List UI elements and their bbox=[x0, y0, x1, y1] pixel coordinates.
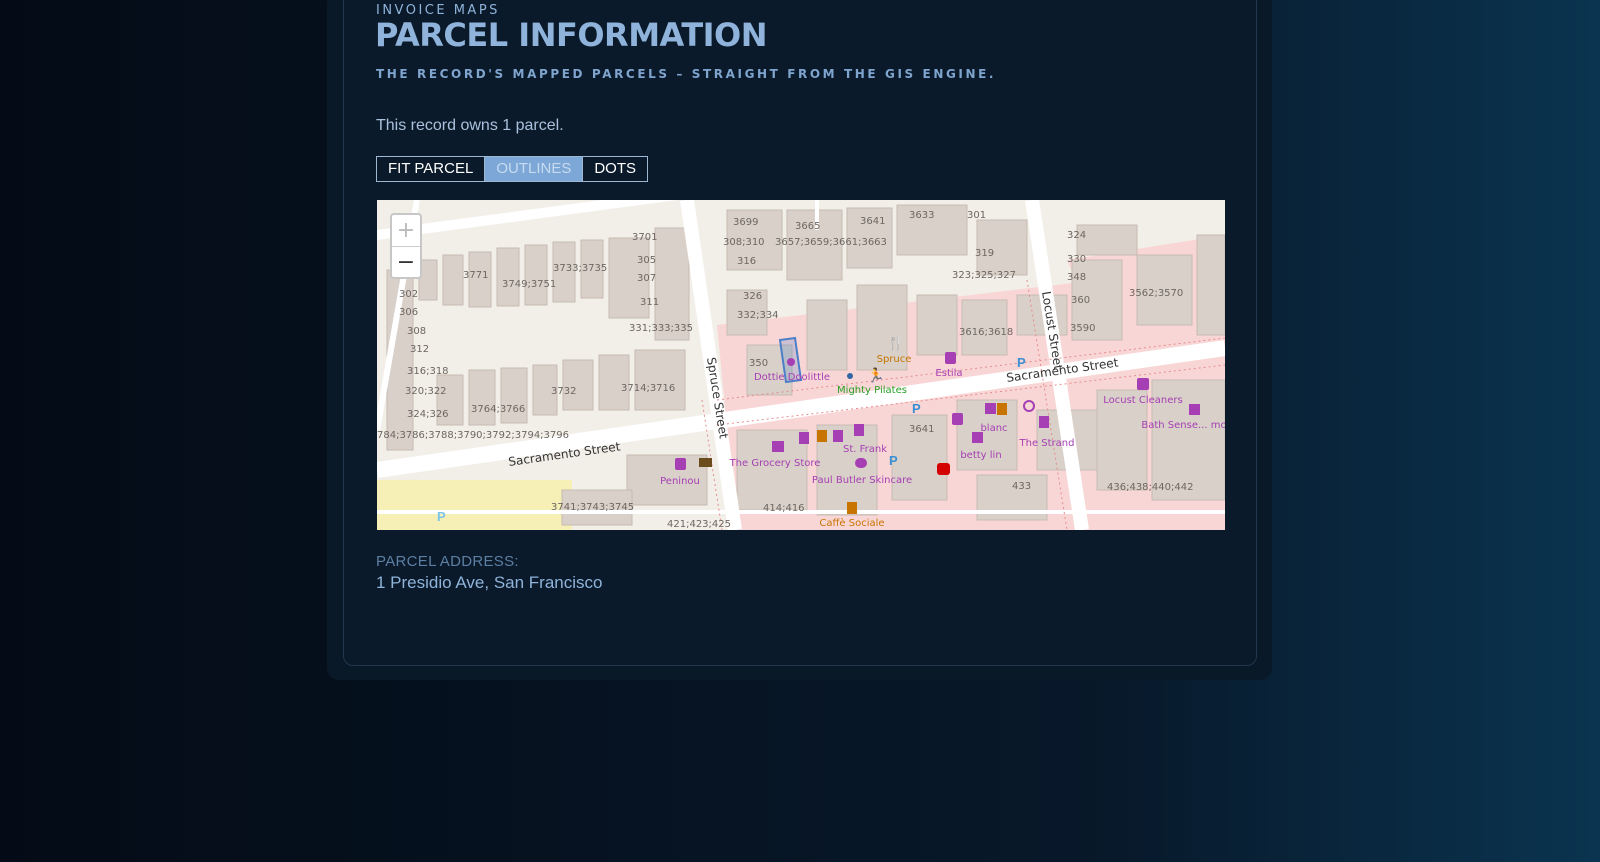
address-number: 3562;3570 bbox=[1129, 288, 1183, 299]
poi-label: Estila bbox=[935, 368, 962, 379]
poi-label: Bath Sense... more bbox=[1141, 420, 1225, 431]
shop-icon bbox=[945, 352, 956, 364]
address-number: 3641 bbox=[860, 216, 885, 227]
address-number: 316 bbox=[737, 256, 756, 267]
post-office-icon bbox=[699, 458, 712, 467]
address-number: 312 bbox=[410, 344, 429, 355]
parking-icon: P bbox=[1017, 355, 1026, 370]
address-number: 307 bbox=[637, 273, 656, 284]
address-number: 3733;3735 bbox=[553, 263, 607, 274]
page-subtitle: THE RECORD'S MAPPED PARCELS – STRAIGHT F… bbox=[376, 67, 997, 81]
shop-icon bbox=[952, 413, 963, 425]
address-number: 308;310 bbox=[723, 237, 765, 248]
cafe-icon bbox=[847, 502, 857, 514]
address-number: 3616;3618 bbox=[959, 327, 1013, 338]
address-number: 319 bbox=[975, 248, 994, 259]
outlines-button[interactable]: OUTLINES bbox=[484, 156, 584, 182]
zoom-in-button[interactable]: + bbox=[392, 215, 420, 247]
address-number: 3699 bbox=[733, 217, 758, 228]
address-number: 360 bbox=[1071, 295, 1090, 306]
address-number: 302 bbox=[399, 289, 418, 300]
address-number: 414;416 bbox=[763, 503, 805, 514]
address-number: 332;334 bbox=[737, 310, 779, 321]
address-number: 323;325;327 bbox=[952, 270, 1016, 281]
zoom-control: + − bbox=[390, 213, 422, 279]
address-number: 320;322 bbox=[405, 386, 447, 397]
fitness-icon: 🏃 bbox=[867, 367, 884, 383]
restaurant-icon: 🍴 bbox=[887, 335, 904, 352]
shop-icon bbox=[799, 432, 809, 444]
address-number: 306 bbox=[399, 307, 418, 318]
address-number: 301 bbox=[967, 210, 986, 221]
address-number: 330 bbox=[1067, 254, 1086, 265]
shop-icon bbox=[1039, 416, 1049, 428]
address-number: 308 bbox=[407, 326, 426, 337]
address-number: 350 bbox=[749, 358, 768, 369]
page-title: PARCEL INFORMATION bbox=[375, 16, 768, 54]
zoom-out-button[interactable]: − bbox=[392, 247, 420, 278]
dot-icon bbox=[847, 373, 853, 379]
poi-label: Caffè Sociale bbox=[819, 517, 884, 529]
shop-icon bbox=[675, 458, 686, 470]
poi-label: betty lin bbox=[960, 450, 1001, 461]
poi-label: Peninou bbox=[660, 476, 700, 487]
parcel-map[interactable]: Sacramento Street Sacramento Street Spru… bbox=[377, 200, 1225, 530]
address-number: 3657;3659;3661;3663 bbox=[775, 237, 887, 248]
address-number: 3764;3766 bbox=[471, 404, 525, 415]
toy-store-icon bbox=[787, 358, 795, 366]
address-number: 433 bbox=[1012, 481, 1031, 492]
parking-icon: P bbox=[889, 453, 898, 468]
clothes-icon bbox=[772, 441, 784, 452]
address-number: 326 bbox=[743, 291, 762, 302]
address-number: 348 bbox=[1067, 272, 1086, 283]
parcel-count-text: This record owns 1 parcel. bbox=[376, 117, 564, 134]
parcel-address-value: 1 Presidio Ave, San Francisco bbox=[376, 573, 603, 592]
poi-label: blanc bbox=[980, 423, 1007, 434]
poi-label: The Grocery Store bbox=[729, 458, 821, 469]
poi-label: Dottie Doolittle bbox=[754, 372, 830, 383]
address-number: 3741;3743;3745 bbox=[551, 502, 634, 513]
gift-icon bbox=[1189, 404, 1200, 415]
address-number: 3749;3751 bbox=[502, 279, 556, 290]
medical-icon bbox=[937, 463, 950, 475]
map-tiles[interactable]: Sacramento Street Sacramento Street Spru… bbox=[377, 200, 1225, 530]
parking-icon: P bbox=[437, 509, 446, 524]
parking-icon: P bbox=[912, 401, 921, 416]
fit-parcel-button[interactable]: FIT PARCEL bbox=[376, 156, 486, 182]
address-number: 324;326 bbox=[407, 409, 449, 420]
address-number: 3665 bbox=[795, 221, 820, 232]
address-number: 3641 bbox=[909, 424, 934, 435]
address-number: 3732 bbox=[551, 386, 576, 397]
map-mode-controls: FIT PARCEL OUTLINES DOTS bbox=[376, 156, 648, 182]
poi-label: Paul Butler Skincare bbox=[812, 475, 912, 486]
restaurant-icon bbox=[817, 430, 827, 442]
restaurant-icon bbox=[997, 403, 1007, 415]
address-number: 784;3786;3788;3790;3792;3794;3796 bbox=[377, 430, 569, 441]
address-number: 305 bbox=[637, 255, 656, 266]
poi-label: Mighty Pilates bbox=[837, 385, 907, 396]
address-number: 331;333;335 bbox=[629, 323, 693, 334]
address-number: 3590 bbox=[1070, 323, 1095, 334]
address-number: 3714;3716 bbox=[621, 383, 675, 394]
address-number: 3701 bbox=[632, 232, 657, 243]
clothes-icon bbox=[985, 403, 996, 414]
address-number: 3633 bbox=[909, 210, 934, 221]
poi-label: The Strand bbox=[1019, 438, 1075, 449]
address-number: 436;438;440;442 bbox=[1107, 482, 1193, 493]
address-number: 316;318 bbox=[407, 366, 449, 377]
poi-label: Locust Cleaners bbox=[1103, 395, 1183, 406]
address-number: 311 bbox=[640, 297, 659, 308]
poi-label: Spruce bbox=[877, 354, 912, 365]
address-number: 421;423;425 bbox=[667, 519, 731, 530]
dots-button[interactable]: DOTS bbox=[582, 156, 648, 182]
beauty-icon bbox=[855, 458, 867, 468]
gift-icon bbox=[833, 430, 843, 442]
address-number: 324 bbox=[1067, 230, 1086, 241]
parcel-address-label: PARCEL ADDRESS: bbox=[376, 553, 519, 570]
address-number: 3771 bbox=[463, 270, 488, 281]
laundry-icon bbox=[1137, 378, 1149, 390]
shop-icon bbox=[854, 424, 864, 436]
poi-label: St. Frank bbox=[843, 444, 887, 455]
